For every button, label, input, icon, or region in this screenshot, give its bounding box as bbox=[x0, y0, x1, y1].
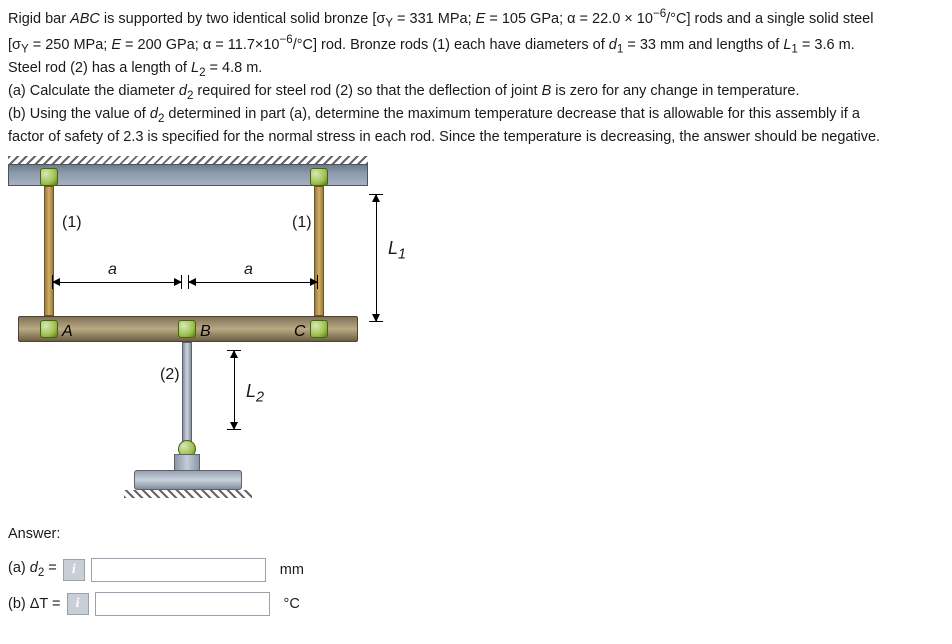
text: /°C] rod. Bronze rods (1) each have diam… bbox=[293, 37, 609, 53]
var-E: E bbox=[476, 11, 486, 27]
label-B: B bbox=[200, 321, 211, 343]
label-rod1-right: (1) bbox=[292, 212, 312, 234]
text: is supported by two identical solid bron… bbox=[100, 11, 385, 27]
label-a-left: a bbox=[108, 259, 117, 281]
ceiling-hatch bbox=[8, 156, 368, 164]
var-abc: ABC bbox=[70, 11, 100, 27]
label-rod2: (2) bbox=[160, 364, 180, 386]
joint-c bbox=[310, 320, 328, 338]
joint-b bbox=[178, 320, 196, 338]
answer-heading: Answer: bbox=[8, 524, 944, 544]
var-E: E bbox=[111, 37, 121, 53]
joint-top-left bbox=[40, 168, 58, 186]
sub: Y bbox=[21, 43, 29, 56]
dimension-L1 bbox=[376, 194, 377, 322]
label-L1: L1 bbox=[388, 236, 406, 265]
text: is zero for any change in temperature. bbox=[551, 83, 799, 99]
text: /°C] rods and a single solid steel bbox=[666, 11, 873, 27]
label-a-right: a bbox=[244, 259, 253, 281]
problem-statement: Rigid bar ABC is supported by two identi… bbox=[8, 6, 944, 148]
text: = 200 GPa; α = 11.7×10 bbox=[121, 37, 279, 53]
bronze-rod-left bbox=[44, 186, 54, 316]
text: determined in part (a), determine the ma… bbox=[164, 106, 860, 122]
text: = 105 GPa; α = 22.0 × 10 bbox=[485, 11, 653, 27]
text: Rigid bar bbox=[8, 11, 70, 27]
answer-a-input[interactable] bbox=[91, 558, 266, 582]
figure: (1) (1) a a A B C L1 (2) L2 bbox=[8, 164, 408, 504]
steel-rod bbox=[182, 342, 192, 442]
answer-row-b: (b) ΔT = i °C bbox=[8, 592, 944, 616]
answer-section: Answer: (a) d2 = i mm (b) ΔT = i °C bbox=[8, 524, 944, 616]
exp: −6 bbox=[279, 33, 292, 46]
info-button-a[interactable]: i bbox=[63, 559, 85, 581]
label-C: C bbox=[294, 321, 306, 343]
text: required for steel rod (2) so that the d… bbox=[193, 83, 541, 99]
label-A: A bbox=[62, 321, 73, 343]
text: = 33 mm and lengths of bbox=[623, 37, 783, 53]
text: [σ bbox=[8, 37, 21, 53]
dimension-a-left bbox=[52, 282, 182, 283]
bronze-rod-right bbox=[314, 186, 324, 316]
sub: Y bbox=[385, 17, 393, 30]
var-d2: d bbox=[179, 83, 187, 99]
base-post bbox=[174, 454, 200, 472]
text: = 4.8 m. bbox=[206, 60, 263, 76]
answer-b-label: (b) ΔT = bbox=[8, 594, 61, 614]
answer-a-label: (a) d2 = bbox=[8, 558, 57, 581]
var-L2: L bbox=[191, 60, 199, 76]
text: = 331 MPa; bbox=[393, 11, 476, 27]
answer-b-input[interactable] bbox=[95, 592, 270, 616]
ground-hatch bbox=[124, 490, 252, 498]
base-plate bbox=[134, 470, 242, 490]
dimension-L2 bbox=[234, 350, 235, 430]
text: (a) Calculate the diameter bbox=[8, 83, 179, 99]
info-button-b[interactable]: i bbox=[67, 593, 89, 615]
exp: −6 bbox=[653, 7, 666, 20]
dimension-a-right bbox=[188, 282, 318, 283]
text: factor of safety of 2.3 is specified for… bbox=[8, 129, 880, 145]
var-d1: d bbox=[609, 37, 617, 53]
answer-a-unit: mm bbox=[280, 560, 304, 580]
text: Steel rod (2) has a length of bbox=[8, 60, 191, 76]
label-rod1-left: (1) bbox=[62, 212, 82, 234]
answer-row-a: (a) d2 = i mm bbox=[8, 558, 944, 582]
joint-a bbox=[40, 320, 58, 338]
joint-top-right bbox=[310, 168, 328, 186]
text: (b) Using the value of bbox=[8, 106, 150, 122]
label-L2: L2 bbox=[246, 379, 264, 408]
var-d2: d bbox=[150, 106, 158, 122]
text: = 250 MPa; bbox=[29, 37, 112, 53]
var-B: B bbox=[542, 83, 552, 99]
text: = 3.6 m. bbox=[798, 37, 855, 53]
answer-b-unit: °C bbox=[284, 594, 300, 614]
